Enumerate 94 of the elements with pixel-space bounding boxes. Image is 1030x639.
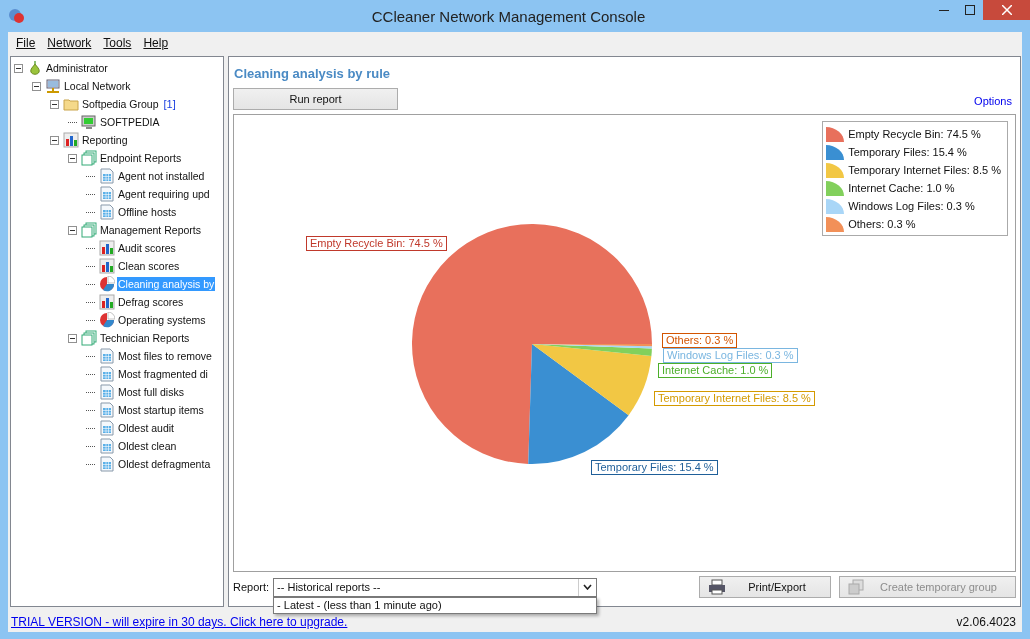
minus-icon [70,155,75,161]
legend-label: Temporary Internet Files: 8.5 % [848,164,1001,176]
monitor-icon [45,78,61,94]
dropdown-option[interactable]: - Latest - (less than 1 minute ago) [274,597,597,613]
spreadsheet-icon [99,420,115,436]
print-export-button[interactable]: Print/Export [699,576,831,598]
version-label: v2.06.4023 [956,615,1016,629]
slice-label: Windows Log Files: 0.3 % [663,348,798,363]
legend-label: Windows Log Files: 0.3 % [848,200,975,212]
collapse-toggle[interactable] [68,225,77,235]
pie-chart-icon [99,276,115,292]
tree-item[interactable]: Most full disks [117,385,185,399]
slice-label: Temporary Internet Files: 8.5 % [654,391,815,406]
collapse-toggle[interactable] [14,63,23,73]
legend-label: Internet Cache: 1.0 % [848,182,955,194]
close-button[interactable] [983,0,1030,20]
tree-item[interactable]: Offline hosts [117,205,178,219]
legend-label: Others: 0.3 % [848,218,916,230]
tree-item[interactable]: Audit scores [117,241,177,255]
window-title: CCleaner Network Management Console [370,7,647,25]
spreadsheet-icon [99,456,115,472]
minimize-icon [939,9,949,11]
tree-item[interactable]: SOFTPEDIA [99,115,161,129]
tree-item[interactable]: Defrag scores [117,295,185,309]
slice-label: Empty Recycle Bin: 74.5 % [306,236,447,251]
report-dropdown[interactable]: -- Historical reports -- [273,577,598,597]
tree-item[interactable]: Oldest clean [117,439,178,453]
spreadsheet-icon [99,186,115,202]
tree-item[interactable]: Most fragmented di [117,367,209,381]
minus-icon [70,227,75,233]
tree-item[interactable]: Technician Reports [99,331,191,345]
close-icon [1001,5,1012,15]
folder-icon [63,96,79,112]
tree-item[interactable]: Agent not installed [117,169,206,183]
run-report-button[interactable]: Run report [233,88,398,110]
bar-chart-icon [99,258,115,274]
bar-chart-icon [63,132,79,148]
report-label: Report: [233,581,270,593]
app-logo-icon [8,7,26,25]
printer-icon [708,579,726,595]
maximize-icon [965,5,975,15]
collapse-toggle[interactable] [68,153,77,163]
pear-icon [27,60,43,76]
menu-item[interactable]: Network [42,34,97,52]
bar-chart-icon [99,294,115,310]
tree-item[interactable]: Endpoint Reports [99,151,183,165]
menu-item[interactable]: Tools [98,34,137,52]
pie-chart-icon [99,312,115,328]
collapse-toggle[interactable] [68,333,77,343]
spreadsheet-icon [99,402,115,418]
tree-item[interactable]: Most files to remove [117,349,213,363]
legend-label: Temporary Files: 15.4 % [848,146,967,158]
tree-item[interactable]: Reporting [81,133,129,147]
spreadsheet-icon [99,384,115,400]
menu-item[interactable]: Help [138,34,174,52]
minus-icon [52,101,57,107]
minus-icon [70,335,75,341]
options-link[interactable]: Options [974,95,1012,107]
minus-icon [16,65,21,71]
menu-item[interactable]: File [11,34,41,52]
tree-item[interactable]: Management Reports [99,223,202,237]
collapse-toggle[interactable] [50,135,59,145]
tree-item[interactable]: Local Network [63,79,132,93]
slice-label: Temporary Files: 15.4 % [591,460,718,475]
documents-icon [81,222,97,238]
spreadsheet-icon [99,438,115,454]
item-count: [1] [163,98,176,110]
spreadsheet-icon [99,204,115,220]
legend-label: Empty Recycle Bin: 74.5 % [848,128,981,140]
slice-label: Others: 0.3 % [662,333,738,348]
tree-item[interactable]: Clean scores [117,259,181,273]
spreadsheet-icon [99,168,115,184]
documents-icon [81,330,97,346]
collapse-toggle[interactable] [50,99,59,109]
tree-item[interactable]: Softpedia Group [81,97,160,111]
minus-icon [52,137,57,143]
tree-item[interactable]: Operating systems [117,313,207,327]
slice-label: Internet Cache: 1.0 % [658,363,773,378]
caret-icon [583,584,593,590]
collapse-toggle[interactable] [32,81,41,91]
tree-item[interactable]: Administrator [45,61,109,75]
tree-item[interactable]: Agent requiring upd [117,187,211,201]
stacked-squares-icon [848,579,864,595]
spreadsheet-icon [99,348,115,364]
tree-item[interactable]: Most startup items [117,403,205,417]
upgrade-link[interactable]: TRIAL VERSION - will expire in 30 days. Click here to upgrade. [11,615,348,629]
tree-item[interactable]: Oldest defragmenta [117,457,212,471]
minus-icon [34,83,39,89]
tree-item[interactable]: Oldest audit [117,421,176,435]
spreadsheet-icon [99,366,115,382]
documents-icon [81,150,97,166]
report-title: Cleaning analysis by rule [234,66,392,81]
bar-chart-icon [99,240,115,256]
computer-icon [81,114,97,130]
